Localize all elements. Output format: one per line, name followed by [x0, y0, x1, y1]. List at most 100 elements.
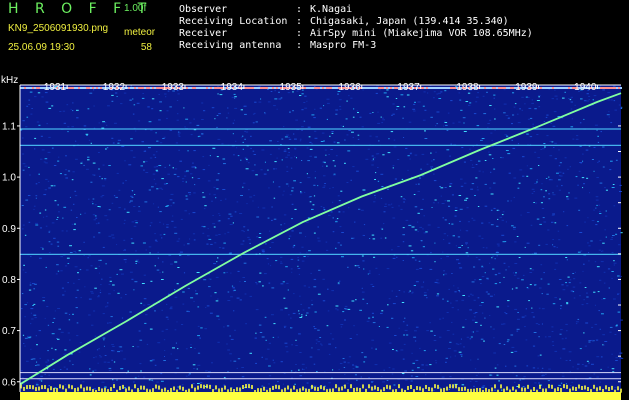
- noise-speck: [94, 204, 97, 206]
- noise-speck: [223, 163, 226, 165]
- baseline-spike: [23, 386, 25, 391]
- noise-speck: [552, 244, 554, 246]
- noise-speck: [252, 113, 255, 115]
- noise-speck: [551, 326, 554, 328]
- baseline-spike: [32, 385, 34, 390]
- baseline-spike: [74, 388, 76, 393]
- noise-speck: [617, 275, 620, 277]
- noise-speck: [543, 272, 545, 274]
- noise-speck: [226, 325, 230, 327]
- noise-speck: [66, 257, 70, 259]
- noise-speck: [529, 136, 533, 138]
- noise-speck: [229, 335, 231, 337]
- noise-speck: [98, 122, 100, 124]
- noise-speck: [444, 122, 448, 123]
- noise-speck: [537, 367, 539, 369]
- reference-band-speck: [270, 87, 272, 89]
- noise-speck: [211, 362, 213, 364]
- noise-speck: [531, 269, 535, 271]
- noise-speck: [373, 201, 376, 203]
- noise-speck: [203, 226, 206, 228]
- noise-speck: [325, 241, 328, 243]
- noise-speck: [544, 373, 547, 375]
- noise-speck: [313, 363, 316, 365]
- noise-speck: [383, 223, 385, 225]
- noise-speck: [261, 356, 263, 358]
- noise-speck: [448, 242, 451, 244]
- noise-speck: [198, 135, 201, 137]
- noise-speck: [269, 140, 272, 142]
- baseline-spike: [155, 384, 157, 389]
- reference-band-speck: [78, 87, 80, 89]
- noise-speck: [489, 119, 492, 121]
- noise-speck: [459, 220, 461, 222]
- noise-speck: [443, 239, 445, 240]
- noise-speck: [503, 103, 507, 105]
- reference-band-speck: [210, 87, 212, 89]
- noise-speck: [311, 304, 314, 306]
- noise-speck: [537, 95, 541, 97]
- reference-band-speck: [506, 87, 508, 89]
- noise-speck: [111, 100, 114, 102]
- noise-speck: [179, 251, 183, 253]
- noise-speck: [450, 100, 453, 102]
- baseline-spike: [179, 385, 181, 390]
- noise-speck: [56, 264, 59, 266]
- noise-speck: [182, 180, 184, 182]
- spectrogram-chart: kHz1.11.00.90.80.70.6 1931 1932 1933 1934 19…: [0, 72, 629, 400]
- reference-band-speck: [100, 87, 102, 89]
- noise-speck: [564, 91, 566, 93]
- noise-speck: [565, 282, 567, 284]
- noise-speck: [589, 192, 591, 194]
- noise-speck: [64, 290, 66, 292]
- noise-speck: [511, 123, 513, 125]
- noise-speck: [99, 289, 101, 291]
- noise-speck: [505, 221, 507, 223]
- noise-speck: [536, 218, 540, 220]
- noise-speck: [304, 95, 307, 97]
- noise-speck: [71, 126, 74, 128]
- noise-speck: [226, 271, 229, 273]
- reference-band-speck: [542, 87, 544, 89]
- reference-band-speck: [194, 87, 196, 89]
- noise-speck: [22, 153, 25, 155]
- noise-speck: [124, 249, 126, 250]
- noise-speck: [571, 118, 573, 120]
- noise-speck: [475, 164, 478, 165]
- noise-speck: [211, 200, 213, 202]
- noise-speck: [392, 368, 395, 370]
- baseline-spike: [164, 387, 166, 392]
- noise-speck: [381, 122, 384, 124]
- noise-speck: [481, 237, 484, 239]
- noise-speck: [515, 272, 517, 274]
- noise-speck: [163, 233, 166, 235]
- noise-speck: [369, 112, 372, 114]
- noise-speck: [548, 179, 552, 181]
- reference-band-speck: [544, 87, 546, 89]
- noise-speck: [91, 201, 94, 203]
- noise-speck: [460, 178, 463, 180]
- noise-speck: [473, 266, 476, 268]
- noise-speck: [303, 285, 306, 287]
- noise-speck: [271, 242, 274, 243]
- antenna-value: Maspro FM-3: [310, 40, 377, 51]
- noise-speck: [132, 346, 134, 347]
- noise-speck: [415, 183, 417, 185]
- noise-speck: [487, 123, 490, 124]
- noise-speck: [108, 209, 111, 211]
- noise-speck: [602, 334, 605, 336]
- baseline-spike: [137, 388, 139, 393]
- noise-speck: [247, 236, 250, 238]
- noise-speck: [104, 355, 107, 356]
- noise-speck: [215, 300, 219, 302]
- noise-speck: [489, 105, 492, 106]
- noise-speck: [71, 223, 74, 225]
- noise-speck: [433, 335, 436, 336]
- noise-speck: [182, 291, 185, 293]
- reference-band-speck: [258, 87, 260, 89]
- noise-speck: [120, 368, 124, 370]
- noise-speck: [436, 295, 439, 297]
- noise-speck: [503, 262, 506, 264]
- noise-speck: [267, 89, 269, 90]
- noise-speck: [530, 224, 533, 226]
